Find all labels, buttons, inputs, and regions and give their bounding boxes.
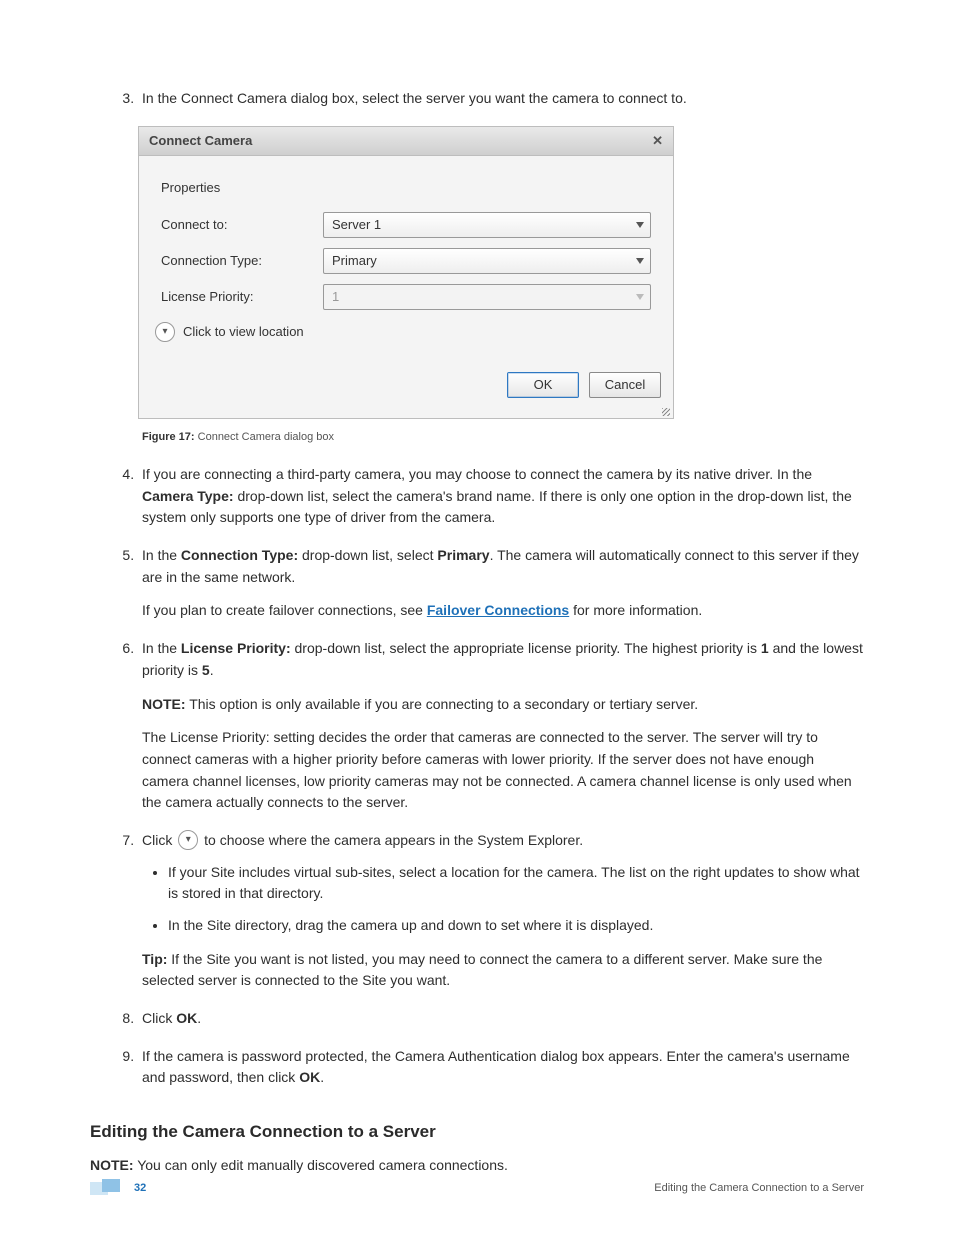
close-icon[interactable]: ✕ [652, 127, 663, 155]
step-6-bold-2: 1 [761, 640, 769, 656]
figure-caption-label: Figure 17: [142, 431, 195, 443]
step-6-text-d: . [210, 662, 214, 678]
expand-chevron-icon: ▾ [178, 830, 198, 850]
page-footer: 32 Editing the Camera Connection to a Se… [90, 1179, 864, 1197]
step-8-text-b: . [197, 1010, 201, 1026]
step-7-sub-2: In the Site directory, drag the camera u… [168, 915, 864, 937]
step-6-note-label: NOTE: [142, 696, 186, 712]
expand-chevron-icon: ▾ [155, 322, 175, 342]
step-9-text-a: If the camera is password protected, the… [142, 1048, 850, 1086]
chevron-down-icon [636, 294, 644, 300]
connect-to-value: Server 1 [332, 217, 381, 232]
footer-title: Editing the Camera Connection to a Serve… [654, 1180, 864, 1197]
step-7-sub-1: If your Site includes virtual sub-sites,… [168, 862, 864, 905]
step-6: In the License Priority: drop-down list,… [138, 638, 864, 814]
dialog-figure: Connect Camera ✕ Properties Connect to: … [138, 126, 864, 419]
expand-location-label: Click to view location [183, 322, 304, 342]
page-logo-icon [90, 1179, 124, 1197]
step-6-text-b: drop-down list, select the appropriate l… [291, 640, 761, 656]
step-6-bold-1: License Priority: [181, 640, 291, 656]
resize-grip-icon[interactable] [139, 410, 673, 418]
step-4-text-b: drop-down list, select the camera's bran… [142, 488, 852, 526]
step-8-bold: OK [176, 1010, 197, 1026]
step-6-bold-3: 5 [202, 662, 210, 678]
step-7-tip: Tip: If the Site you want is not listed,… [142, 949, 864, 992]
dialog-title-text: Connect Camera [149, 127, 252, 155]
dialog-body: Properties Connect to: Server 1 [139, 156, 673, 366]
step-3: In the Connect Camera dialog box, select… [138, 88, 864, 446]
step-5-text-a: In the [142, 547, 181, 563]
row-connection-type: Connection Type: Primary [161, 248, 651, 274]
step-5: In the Connection Type: drop-down list, … [138, 545, 864, 622]
dialog-titlebar: Connect Camera ✕ [139, 127, 673, 156]
section-heading: Editing the Camera Connection to a Serve… [90, 1119, 864, 1145]
chevron-down-icon [636, 222, 644, 228]
step-7-tip-label: Tip: [142, 951, 167, 967]
step-9-bold: OK [299, 1069, 320, 1085]
document-page: In the Connect Camera dialog box, select… [0, 0, 954, 1237]
step-8-text-a: Click [142, 1010, 176, 1026]
step-7-sublist: If your Site includes virtual sub-sites,… [168, 862, 864, 937]
step-6-note-text: This option is only available if you are… [186, 696, 699, 712]
step-9-text-b: . [320, 1069, 324, 1085]
connect-to-select[interactable]: Server 1 [323, 212, 651, 238]
connection-type-value: Primary [332, 253, 377, 268]
step-5-text-b: drop-down list, select [298, 547, 437, 563]
row-license-priority: License Priority: 1 [161, 284, 651, 310]
step-7-text-a: Click [142, 832, 176, 848]
section-note-label: NOTE: [90, 1157, 134, 1173]
step-5-bold-1: Connection Type: [181, 547, 298, 563]
expand-location-row[interactable]: ▾ Click to view location [155, 322, 651, 342]
chevron-down-icon [636, 258, 644, 264]
step-3-text: In the Connect Camera dialog box, select… [142, 90, 687, 106]
step-7: Click ▾ to choose where the camera appea… [138, 830, 864, 992]
properties-label: Properties [161, 178, 651, 198]
page-number: 32 [134, 1180, 146, 1197]
ok-button[interactable]: OK [507, 372, 579, 398]
step-4-text-a: If you are connecting a third-party came… [142, 466, 812, 482]
step-6-note: NOTE: This option is only available if y… [142, 694, 864, 716]
step-5-note-b: for more information. [569, 602, 702, 618]
step-6-text-a: In the [142, 640, 181, 656]
step-8: Click OK. [138, 1008, 864, 1030]
row-connect-to: Connect to: Server 1 [161, 212, 651, 238]
dialog-button-row: OK Cancel [139, 366, 673, 410]
cancel-button[interactable]: Cancel [589, 372, 661, 398]
step-4-bold: Camera Type: [142, 488, 234, 504]
license-priority-value: 1 [332, 289, 339, 304]
failover-connections-link[interactable]: Failover Connections [427, 602, 569, 618]
step-9: If the camera is password protected, the… [138, 1046, 864, 1089]
license-priority-label: License Priority: [161, 287, 323, 307]
figure-caption-text: Connect Camera dialog box [195, 431, 334, 443]
step-5-note-a: If you plan to create failover connectio… [142, 602, 427, 618]
step-7-text-b: to choose where the camera appears in th… [200, 832, 583, 848]
connection-type-label: Connection Type: [161, 251, 323, 271]
step-4: If you are connecting a third-party came… [138, 464, 864, 529]
section-note: NOTE: You can only edit manually discove… [90, 1155, 864, 1177]
section-note-text: You can only edit manually discovered ca… [134, 1157, 508, 1173]
step-7-tip-text: If the Site you want is not listed, you … [142, 951, 822, 989]
connect-camera-dialog: Connect Camera ✕ Properties Connect to: … [138, 126, 674, 419]
connection-type-select[interactable]: Primary [323, 248, 651, 274]
step-list: In the Connect Camera dialog box, select… [90, 88, 864, 1089]
step-6-para: The License Priority: setting decides th… [142, 727, 864, 814]
page-number-block: 32 [90, 1179, 146, 1197]
connect-to-label: Connect to: [161, 215, 323, 235]
figure-caption: Figure 17: Connect Camera dialog box [142, 429, 864, 446]
step-5-note: If you plan to create failover connectio… [142, 600, 864, 622]
license-priority-select[interactable]: 1 [323, 284, 651, 310]
step-5-bold-2: Primary [437, 547, 489, 563]
